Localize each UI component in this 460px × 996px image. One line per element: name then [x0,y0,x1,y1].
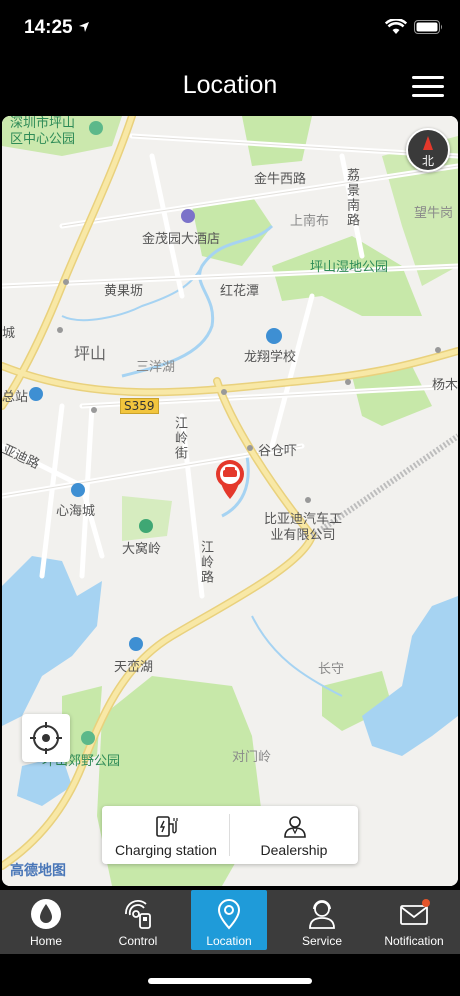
mail-icon [400,899,430,925]
menu-bar-icon [412,76,444,79]
map-label: 金茂园大酒店 [142,232,221,247]
map-view[interactable]: 深圳市坪山 区中心公园 金牛西路 荔景南路 上南布 望牛岗 金茂园大酒店 黄果坜… [2,116,458,886]
tab-home[interactable]: Home [8,890,84,950]
map-label: 总站 [2,390,29,405]
place-dot-icon [247,445,253,451]
map-label: 江岭街 [172,416,187,461]
map-label: 杨木 [432,378,458,393]
map-label: 城 [2,326,16,341]
map-label: 三洋湖 [136,360,176,375]
dealer-person-icon [284,816,306,838]
tab-label: Service [301,934,342,948]
highway-shield: S359 [120,398,159,414]
school-poi-icon [266,328,282,344]
menu-bar-icon [412,85,444,88]
menu-bar-icon [412,94,444,97]
locate-me-button[interactable] [22,714,70,762]
map-label: 心海城 [56,504,96,519]
tab-bar: Home Control Location Service Notificati… [0,890,460,954]
location-pin-icon [217,899,241,930]
map-label: 深圳市坪山 区中心公园 [10,116,76,147]
map-brand-logo: 高德地图 [10,863,66,879]
place-dot-icon [305,497,311,503]
status-bar: 14:25 [0,0,460,54]
home-indicator[interactable] [148,978,312,984]
map-label: 江岭路 [198,540,213,585]
wifi-icon [385,19,407,34]
map-label: 黄果坜 [104,284,144,299]
tab-location[interactable]: Location [191,890,267,950]
tab-label: Location [206,934,252,948]
map-label: 坪山湿地公园 [310,260,389,275]
page-title: Location [182,71,278,99]
compass-label: 北 [421,154,434,168]
place-dot-icon [435,347,441,353]
tab-label: Home [29,934,62,948]
tab-control[interactable]: Control [100,890,176,950]
charging-station-button[interactable]: Charging station [102,806,230,864]
home-drop-icon [31,899,61,929]
compass-button[interactable]: 北 [406,128,450,172]
menu-button[interactable] [412,72,446,100]
place-dot-icon [221,389,227,395]
map-label: 望牛岗 [414,206,454,221]
building-poi-icon [129,637,143,651]
place-dot-icon [57,327,63,333]
park-poi-icon [81,731,95,745]
tab-label: Control [118,934,158,948]
map-label: 对门岭 [232,750,272,765]
tab-service[interactable]: Service [284,890,360,950]
location-arrow-icon [79,22,89,32]
battery-icon [414,20,442,34]
map-label: 天峦湖 [114,660,154,675]
app-header: Location [0,54,460,116]
map-label: 红花潭 [220,284,260,299]
hotel-poi-icon [181,209,195,223]
charging-station-icon [156,816,178,837]
map-actions-card: Charging station Dealership [102,806,358,864]
control-car-icon [125,900,151,929]
notification-badge [422,899,430,907]
mountain-poi-icon [139,519,153,533]
map-label: 荔景南路 [344,168,359,228]
map-label: 坪山 [74,344,107,363]
map-label: 谷仓吓 [258,444,298,459]
dealership-button[interactable]: Dealership [230,806,358,864]
map-label: 金牛西路 [254,172,307,187]
bus-poi-icon [29,387,43,401]
building-poi-icon [71,483,85,497]
park-area [122,496,172,541]
status-time: 14:25 [24,17,73,38]
place-dot-icon [345,379,351,385]
tab-notification[interactable]: Notification [376,890,452,950]
place-dot-icon [63,279,69,285]
park-poi-icon [89,121,103,135]
map-label: 长守 [318,662,345,677]
service-agent-icon [309,900,335,929]
charging-station-label: Charging station [115,842,217,858]
crosshair-icon [30,722,62,754]
place-dot-icon [91,407,97,413]
map-label: 比亚迪汽车工 业有限公司 [264,512,343,543]
map-label: 大窝岭 [122,542,162,557]
tab-label: Notification [384,934,444,948]
map-label: 上南布 [290,214,330,229]
map-label: 龙翔学校 [244,350,297,365]
dealership-label: Dealership [260,842,328,858]
